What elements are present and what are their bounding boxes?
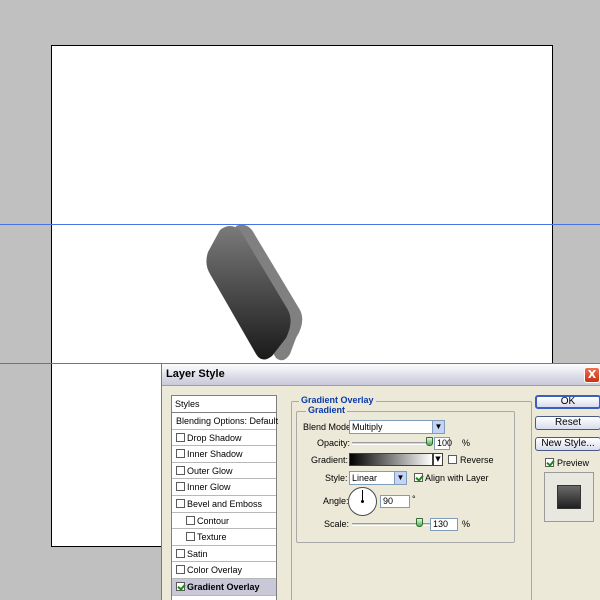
- style-item-label: Color Overlay: [187, 565, 243, 576]
- opacity-input[interactable]: 100: [434, 437, 452, 450]
- gradient-overlay-section-title: Gradient Overlay: [299, 395, 376, 405]
- reverse-checkbox[interactable]: [448, 455, 457, 464]
- style-item-label: Gradient Overlay: [187, 581, 260, 592]
- style-item-label: Drop Shadow: [187, 432, 242, 443]
- gradient-group-title: Gradient: [306, 405, 348, 415]
- opacity-slider-track[interactable]: [352, 442, 430, 445]
- style-item-label: Satin: [187, 548, 208, 559]
- styles-list-panel: Styles Blending Options: Default Drop Sha…: [171, 395, 279, 600]
- reset-button[interactable]: Reset: [535, 416, 600, 430]
- style-value: Linear: [352, 473, 378, 483]
- angle-label: Angle:: [323, 496, 349, 506]
- style-item-drop-shadow[interactable]: Drop Shadow: [172, 430, 276, 447]
- close-icon[interactable]: X: [584, 367, 600, 383]
- blend-mode-value: Multiply: [352, 422, 383, 432]
- style-item-contour[interactable]: Contour: [172, 513, 276, 530]
- style-item-outer-glow[interactable]: Outer Glow: [172, 463, 276, 480]
- style-item-label: Inner Glow: [187, 482, 231, 493]
- chevron-down-icon: ▼: [432, 421, 444, 433]
- opacity-slider-thumb[interactable]: [426, 437, 433, 446]
- scale-input[interactable]: 130: [430, 518, 458, 531]
- preview-checkbox[interactable]: [545, 458, 554, 467]
- chevron-down-icon: ▼: [394, 472, 406, 484]
- dialog-title: Layer Style: [166, 368, 225, 380]
- style-item-label: Outer Glow: [187, 465, 233, 476]
- style-label: Style:: [325, 473, 348, 483]
- style-preview: [544, 472, 594, 522]
- style-item-inner-glow[interactable]: Inner Glow: [172, 479, 276, 496]
- style-item-blending-options-default[interactable]: Blending Options: Default: [172, 413, 279, 430]
- style-item-label: Texture: [197, 532, 227, 543]
- style-item-color-overlay[interactable]: Color Overlay: [172, 562, 276, 579]
- scale-unit: %: [462, 519, 471, 529]
- style-item-checkbox[interactable]: [176, 482, 185, 492]
- gradient-shape[interactable]: [200, 220, 310, 370]
- opacity-unit: %: [462, 438, 471, 448]
- dialog-titlebar[interactable]: Layer Style X: [162, 364, 600, 386]
- style-item-checkbox[interactable]: [176, 432, 185, 442]
- gradient-label: Gradient:: [311, 455, 349, 465]
- new-style-button[interactable]: New Style...: [535, 437, 600, 451]
- gradient-picker[interactable]: [349, 453, 433, 466]
- style-item-label: Contour: [197, 515, 230, 526]
- layer-style-dialog: Layer Style X Styles Blending Options: D…: [161, 363, 600, 600]
- style-item-texture[interactable]: Texture: [172, 529, 276, 546]
- style-item-checkbox[interactable]: [176, 565, 185, 575]
- blend-mode-label: Blend Mode:: [303, 422, 354, 432]
- style-item-bevel-and-emboss[interactable]: Bevel and Emboss: [172, 496, 276, 513]
- angle-unit: °: [412, 494, 416, 504]
- style-item-checkbox[interactable]: [176, 449, 185, 459]
- style-item-checkbox[interactable]: [176, 548, 185, 558]
- style-item-checkbox[interactable]: [176, 465, 185, 475]
- preview-label: Preview: [557, 458, 590, 468]
- style-item-label: Blending Options: Default: [176, 416, 279, 426]
- opacity-label: Opacity:: [317, 438, 351, 448]
- style-item-inner-shadow[interactable]: Inner Shadow: [172, 446, 276, 463]
- gradient-dropdown-arrow-icon[interactable]: ▼: [433, 453, 443, 466]
- blend-mode-select[interactable]: Multiply ▼: [349, 420, 445, 434]
- align-with-layer-label: Align with Layer: [425, 473, 489, 483]
- angle-input[interactable]: 90: [380, 495, 410, 508]
- style-item-label: Inner Shadow: [187, 449, 243, 460]
- styles-list-header[interactable]: Styles: [172, 396, 276, 413]
- style-item-label: Bevel and Emboss: [187, 498, 263, 509]
- style-select[interactable]: Linear ▼: [349, 471, 407, 485]
- ok-button[interactable]: OK: [535, 395, 600, 409]
- scale-slider-thumb[interactable]: [415, 518, 423, 527]
- style-item-checkbox[interactable]: [186, 532, 195, 542]
- style-item-gradient-overlay[interactable]: Gradient Overlay: [172, 578, 276, 596]
- style-item-checkbox[interactable]: [176, 498, 185, 508]
- angle-dial[interactable]: [348, 487, 377, 516]
- preview-swatch: [557, 485, 581, 509]
- style-item-satin[interactable]: Satin: [172, 546, 276, 563]
- align-with-layer-checkbox[interactable]: [414, 473, 423, 482]
- reverse-label: Reverse: [460, 455, 494, 465]
- style-item-checkbox[interactable]: [186, 515, 195, 525]
- style-item-checkbox[interactable]: [176, 581, 185, 591]
- scale-label: Scale:: [324, 519, 350, 529]
